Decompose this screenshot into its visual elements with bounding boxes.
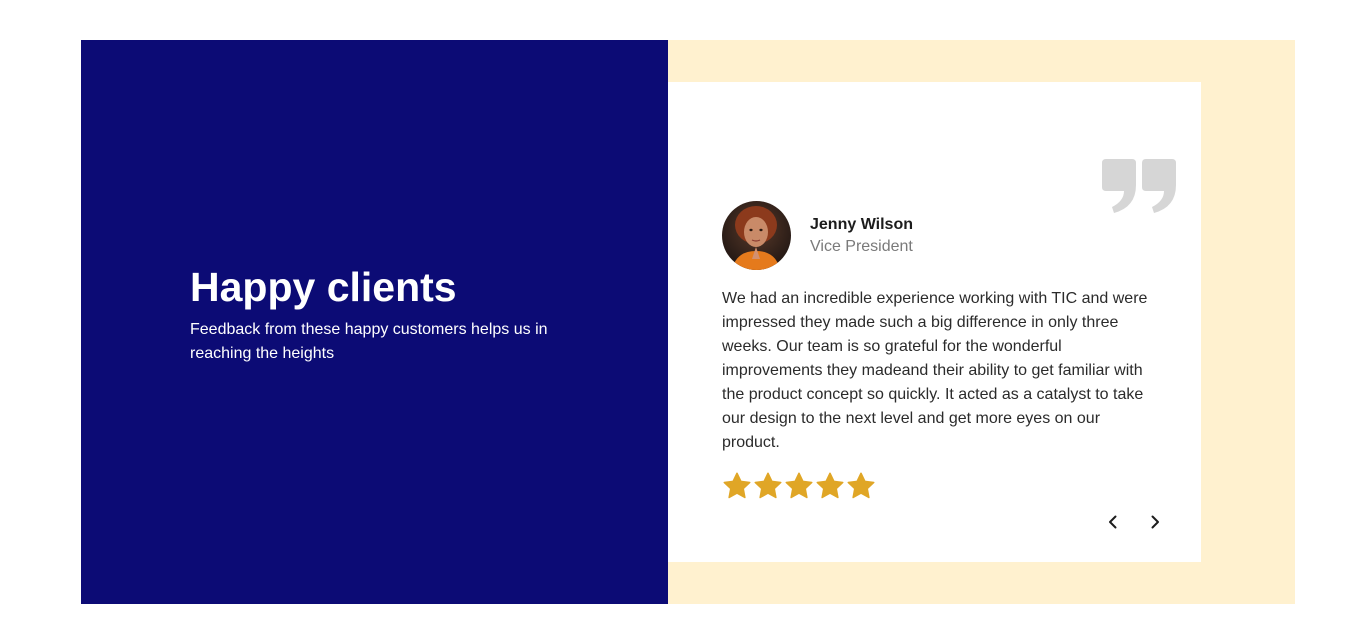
star-icon — [785, 472, 813, 499]
star-icon — [723, 472, 751, 499]
testimonial-card: Jenny Wilson Vice President We had an in… — [668, 82, 1201, 562]
profile-text: Jenny Wilson Vice President — [810, 214, 913, 258]
chevron-right-icon — [1151, 515, 1159, 529]
client-name: Jenny Wilson — [810, 215, 913, 233]
section-title: Happy clients — [190, 264, 457, 310]
star-icon — [754, 472, 782, 499]
star-rating — [722, 471, 877, 501]
chevron-left-icon — [1109, 515, 1117, 529]
star-icon — [847, 472, 875, 499]
carousel-nav — [1100, 509, 1184, 535]
section-subtitle: Feedback from these happy customers help… — [190, 321, 548, 362]
testimonial-text: We had an incredible experience working … — [722, 290, 1148, 451]
avatar-image — [722, 201, 791, 270]
intro-content: Happy clients Feedback from these happy … — [190, 262, 570, 366]
prev-button[interactable] — [1100, 509, 1126, 535]
testimonials-section: Happy clients Feedback from these happy … — [81, 40, 1295, 604]
quote-icon — [1102, 159, 1176, 213]
client-profile: Jenny Wilson Vice President — [722, 201, 913, 270]
star-icon — [816, 472, 844, 499]
next-button[interactable] — [1142, 509, 1168, 535]
intro-panel: Happy clients Feedback from these happy … — [81, 40, 668, 604]
testimonial-panel: Jenny Wilson Vice President We had an in… — [668, 40, 1295, 604]
avatar — [722, 201, 791, 270]
client-role: Vice President — [810, 237, 913, 255]
